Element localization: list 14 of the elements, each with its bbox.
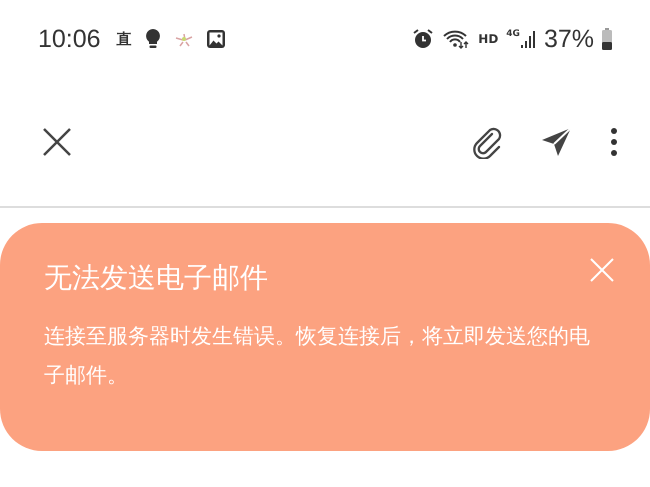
banner-message: 连接至服务器时发生错误。恢复连接后，将立即发送您的电子邮件。	[44, 323, 591, 389]
alarm-icon	[412, 28, 434, 50]
notification-glyph: 直	[116, 30, 132, 48]
network-label: HD	[478, 32, 498, 46]
battery-percentage: 37%	[544, 24, 594, 54]
image-icon	[206, 29, 226, 49]
more-button[interactable]	[608, 125, 620, 159]
banner-title: 无法发送电子邮件	[44, 260, 268, 296]
signal-label: 4G	[506, 29, 520, 39]
status-time: 10:06	[38, 24, 101, 54]
battery-icon	[602, 28, 612, 50]
bulb-icon	[144, 28, 162, 50]
signal-icon	[520, 29, 536, 49]
wifi-icon	[442, 28, 470, 50]
